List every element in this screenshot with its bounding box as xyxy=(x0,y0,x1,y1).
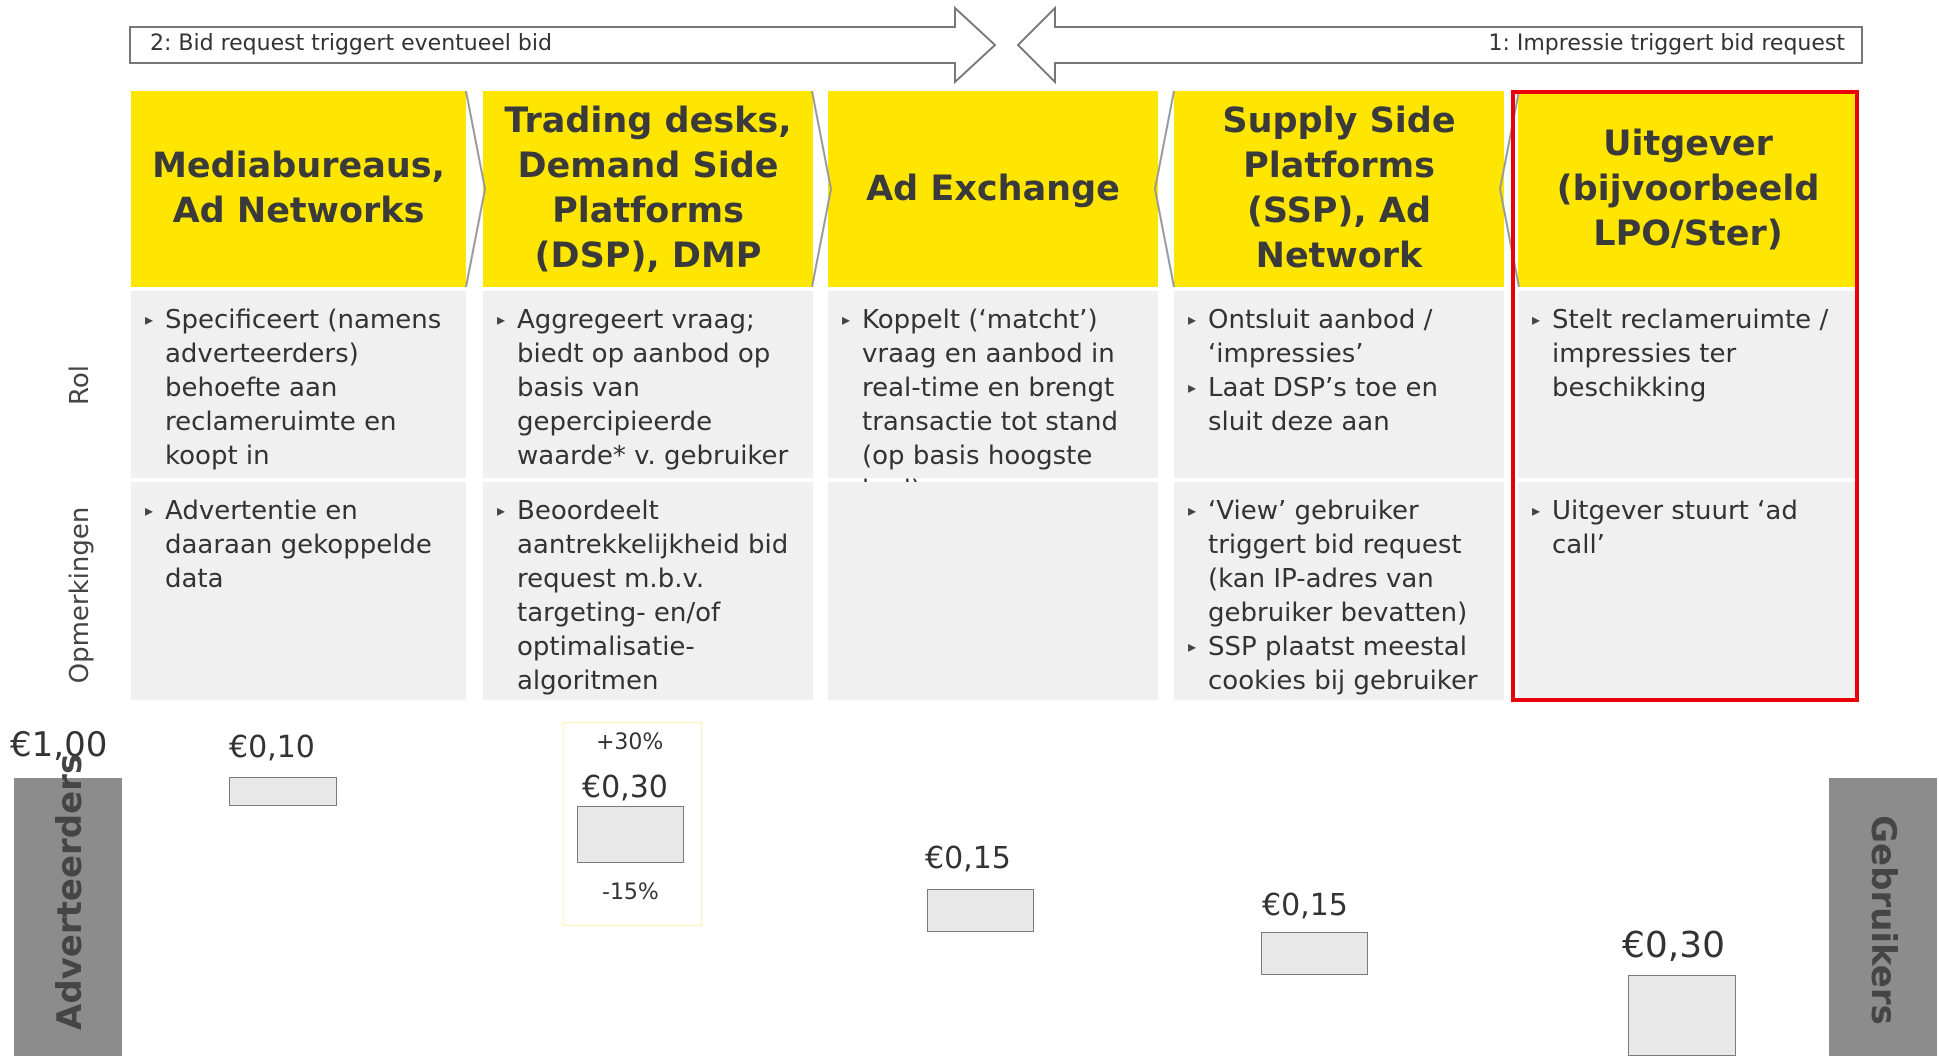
price-box-mediabureaus xyxy=(229,777,337,806)
price-box-ad-exchange xyxy=(927,889,1034,932)
list-item: Laat DSP’s toe en sluit deze aan xyxy=(1188,371,1492,439)
rol-cell-ssp: Ontsluit aanbod / ‘impressies’ Laat DSP’… xyxy=(1174,291,1504,478)
price-box-dsp xyxy=(577,806,684,863)
opm-cell-ssp: ‘View’ gebruiker triggert bid request (k… xyxy=(1174,482,1504,700)
price-mediabureaus: €0,10 xyxy=(229,730,315,765)
header-ad-exchange: Ad Exchange xyxy=(828,91,1158,287)
rol-cell-ad-exchange: Koppelt (‘matcht’) vraag en aanbod in re… xyxy=(828,291,1158,505)
rol-cell-dsp: Aggregeert vraag; biedt op aanbod op bas… xyxy=(483,291,813,478)
price-box-ssp xyxy=(1261,932,1368,975)
price-ad-exchange: €0,15 xyxy=(925,841,1011,876)
header-mediabureaus: Mediabureaus, Ad Networks xyxy=(131,91,466,287)
list-item: Beoordeelt aantrekkelijkheid bid request… xyxy=(497,494,801,698)
header-ssp: Supply Side Platforms (SSP), Ad Network xyxy=(1174,91,1504,287)
opm-cell-mediabureaus: Advertentie en daaraan gekoppelde data xyxy=(131,482,466,700)
dsp-decrease: -15% xyxy=(602,880,659,905)
list-item: Specificeert (namens adverteerders) beho… xyxy=(145,303,454,473)
impression-arrow-label: 1: Impressie triggert bid request xyxy=(1488,31,1845,56)
price-ssp: €0,15 xyxy=(1262,888,1348,923)
header-dsp: Trading desks, Demand Side Platforms (DS… xyxy=(483,91,813,287)
opm-cell-dsp: Beoordeelt aantrekkelijkheid bid request… xyxy=(483,482,813,700)
list-item: Aggregeert vraag; biedt op aanbod op bas… xyxy=(497,303,801,473)
chevron-left-icon xyxy=(1153,91,1175,287)
uitgever-highlight xyxy=(1511,90,1859,702)
price-box-uitgever xyxy=(1628,975,1736,1056)
price-uitgever: €0,30 xyxy=(1622,925,1726,966)
advertisers-label: Adverteerders xyxy=(50,753,90,1030)
list-item: Koppelt (‘matcht’) vraag en aanbod in re… xyxy=(842,303,1146,507)
list-item: SSP plaatst meestal cookies bij gebruike… xyxy=(1188,630,1492,698)
row-label-rol: Rol xyxy=(65,364,95,406)
chevron-right-icon xyxy=(465,91,487,287)
opm-cell-ad-exchange xyxy=(828,482,1158,700)
dsp-increase: +30% xyxy=(596,730,664,755)
row-label-opmerkingen: Opmerkingen xyxy=(65,506,95,684)
list-item: ‘View’ gebruiker triggert bid request (k… xyxy=(1188,494,1492,630)
chevron-right-icon xyxy=(811,91,833,287)
list-item: Ontsluit aanbod / ‘impressies’ xyxy=(1188,303,1492,371)
users-label: Gebruikers xyxy=(1863,815,1903,1025)
list-item: Advertentie en daaraan gekoppelde data xyxy=(145,494,454,596)
price-dsp: €0,30 xyxy=(582,770,668,805)
rol-cell-mediabureaus: Specificeert (namens adverteerders) beho… xyxy=(131,291,466,478)
bid-arrow-label: 2: Bid request triggert eventueel bid xyxy=(150,31,552,56)
